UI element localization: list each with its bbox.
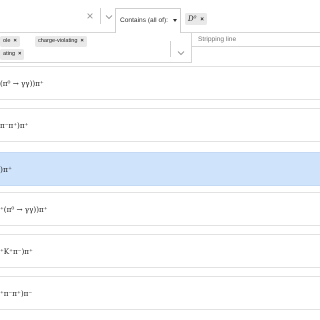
chevron-down-icon[interactable] [104, 9, 114, 20]
remove-tag-icon[interactable]: × [81, 38, 84, 44]
remove-tag-icon[interactable]: × [13, 38, 16, 44]
remove-tag-icon[interactable]: × [18, 51, 21, 57]
remove-tag-icon[interactable]: × [200, 17, 204, 23]
tags-filter[interactable]: ole × charge-violating × ating × [0, 33, 192, 63]
particle-tag-label: D⁰ [188, 15, 197, 23]
chevron-down-icon[interactable] [176, 45, 186, 56]
caret-down-icon [173, 19, 177, 22]
table-row[interactable]: ⁺π⁻π⁺)π⁻ [0, 276, 320, 310]
tag-chip-label: charge-violating [38, 38, 78, 44]
table-row[interactable]: (π⁰ → γγ))π⁺ [0, 66, 320, 100]
stripping-line-input[interactable] [192, 33, 320, 47]
particle-tag-d0[interactable]: D⁰ × [185, 13, 207, 25]
table-row[interactable]: ⁺K⁺π⁻)π⁺ [0, 234, 320, 268]
decay-text: (π⁰ → γγ))π⁺ [0, 78, 44, 88]
decay-text: ⁺K⁺π⁻)π⁺ [0, 246, 33, 256]
contains-mode-select[interactable]: Contains (all of): [115, 8, 181, 33]
clear-icon[interactable]: × [84, 10, 96, 22]
table-row[interactable]: ⁺(π⁰ → γγ))π⁺ [0, 192, 320, 226]
decay-search-panel: × Contains (all of): D⁰ × ole × charge-vio… [0, 0, 320, 320]
table-row-selected[interactable]: )π⁺ [0, 152, 320, 186]
decay-text: ⁺(π⁰ → γγ))π⁺ [0, 204, 48, 214]
decay-text: )π⁺ [0, 164, 12, 174]
tag-chip-label: ole [3, 38, 11, 44]
tag-chip[interactable]: charge-violating × [35, 36, 87, 47]
tag-chip-label: ating [3, 51, 16, 57]
divider [100, 8, 101, 24]
contains-mode-label: Contains (all of): [120, 17, 169, 24]
tag-chip[interactable]: ole × [0, 36, 20, 47]
tag-chip[interactable]: ating × [0, 49, 25, 60]
table-row[interactable]: π⁻π⁺)π⁺ [0, 108, 320, 142]
divider [170, 41, 171, 57]
filter-bar: × Contains (all of): D⁰ × [0, 0, 320, 33]
decay-text: ⁺π⁻π⁺)π⁻ [0, 288, 33, 298]
decay-text: π⁻π⁺)π⁺ [0, 120, 29, 130]
